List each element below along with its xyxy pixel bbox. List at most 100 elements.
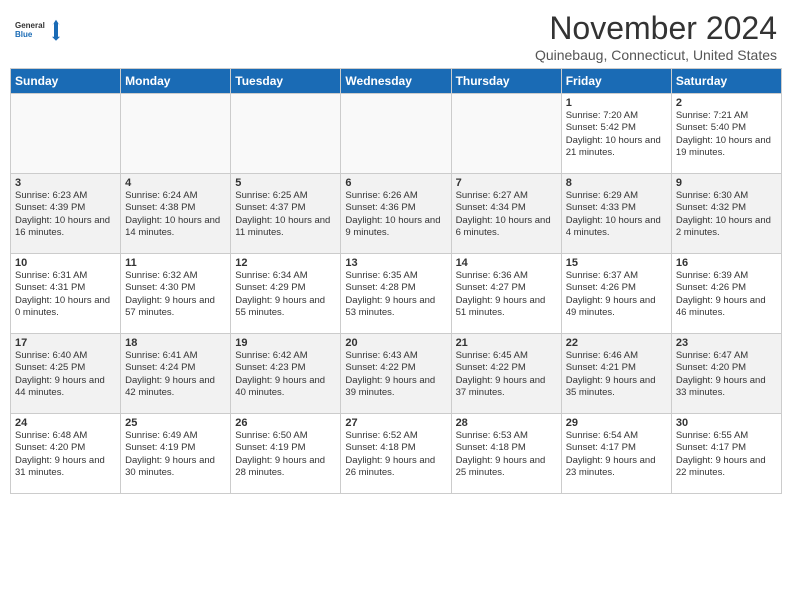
- logo: General Blue: [15, 10, 60, 50]
- day-number: 1: [566, 97, 667, 109]
- day-number: 24: [15, 417, 116, 429]
- page-container: General Blue November 2024 Quinebaug, Co…: [0, 0, 792, 504]
- calendar-cell: 1Sunrise: 7:20 AM Sunset: 5:42 PM Daylig…: [561, 94, 671, 174]
- calendar-header: SundayMondayTuesdayWednesdayThursdayFrid…: [11, 69, 782, 94]
- day-info: Sunrise: 6:48 AM Sunset: 4:20 PM Dayligh…: [15, 430, 116, 479]
- day-info: Sunrise: 6:42 AM Sunset: 4:23 PM Dayligh…: [235, 350, 336, 399]
- day-number: 16: [676, 257, 777, 269]
- calendar-cell: 19Sunrise: 6:42 AM Sunset: 4:23 PM Dayli…: [231, 334, 341, 414]
- calendar-cell: [11, 94, 121, 174]
- day-info: Sunrise: 6:35 AM Sunset: 4:28 PM Dayligh…: [345, 270, 446, 319]
- day-info: Sunrise: 6:24 AM Sunset: 4:38 PM Dayligh…: [125, 190, 226, 239]
- day-number: 10: [15, 257, 116, 269]
- calendar-cell: 22Sunrise: 6:46 AM Sunset: 4:21 PM Dayli…: [561, 334, 671, 414]
- calendar-cell: 15Sunrise: 6:37 AM Sunset: 4:26 PM Dayli…: [561, 254, 671, 334]
- day-info: Sunrise: 7:21 AM Sunset: 5:40 PM Dayligh…: [676, 110, 777, 159]
- weekday-header-monday: Monday: [121, 69, 231, 94]
- day-info: Sunrise: 6:45 AM Sunset: 4:22 PM Dayligh…: [456, 350, 557, 399]
- day-number: 27: [345, 417, 446, 429]
- calendar-cell: 17Sunrise: 6:40 AM Sunset: 4:25 PM Dayli…: [11, 334, 121, 414]
- day-number: 29: [566, 417, 667, 429]
- calendar-wrapper: SundayMondayTuesdayWednesdayThursdayFrid…: [0, 68, 792, 504]
- day-info: Sunrise: 6:25 AM Sunset: 4:37 PM Dayligh…: [235, 190, 336, 239]
- calendar-table: SundayMondayTuesdayWednesdayThursdayFrid…: [10, 68, 782, 494]
- calendar-cell: [451, 94, 561, 174]
- day-number: 25: [125, 417, 226, 429]
- calendar-cell: 11Sunrise: 6:32 AM Sunset: 4:30 PM Dayli…: [121, 254, 231, 334]
- calendar-cell: 27Sunrise: 6:52 AM Sunset: 4:18 PM Dayli…: [341, 414, 451, 494]
- weekday-header-thursday: Thursday: [451, 69, 561, 94]
- day-info: Sunrise: 6:46 AM Sunset: 4:21 PM Dayligh…: [566, 350, 667, 399]
- calendar-cell: 14Sunrise: 6:36 AM Sunset: 4:27 PM Dayli…: [451, 254, 561, 334]
- day-info: Sunrise: 6:29 AM Sunset: 4:33 PM Dayligh…: [566, 190, 667, 239]
- day-info: Sunrise: 6:47 AM Sunset: 4:20 PM Dayligh…: [676, 350, 777, 399]
- calendar-cell: 25Sunrise: 6:49 AM Sunset: 4:19 PM Dayli…: [121, 414, 231, 494]
- calendar-cell: 7Sunrise: 6:27 AM Sunset: 4:34 PM Daylig…: [451, 174, 561, 254]
- day-number: 28: [456, 417, 557, 429]
- day-info: Sunrise: 6:23 AM Sunset: 4:39 PM Dayligh…: [15, 190, 116, 239]
- day-number: 4: [125, 177, 226, 189]
- calendar-cell: [231, 94, 341, 174]
- day-info: Sunrise: 7:20 AM Sunset: 5:42 PM Dayligh…: [566, 110, 667, 159]
- calendar-cell: 18Sunrise: 6:41 AM Sunset: 4:24 PM Dayli…: [121, 334, 231, 414]
- weekday-header-saturday: Saturday: [671, 69, 781, 94]
- svg-text:Blue: Blue: [15, 30, 33, 39]
- calendar-cell: 9Sunrise: 6:30 AM Sunset: 4:32 PM Daylig…: [671, 174, 781, 254]
- calendar-cell: 12Sunrise: 6:34 AM Sunset: 4:29 PM Dayli…: [231, 254, 341, 334]
- main-title: November 2024: [535, 10, 777, 47]
- calendar-cell: 5Sunrise: 6:25 AM Sunset: 4:37 PM Daylig…: [231, 174, 341, 254]
- day-number: 13: [345, 257, 446, 269]
- day-info: Sunrise: 6:53 AM Sunset: 4:18 PM Dayligh…: [456, 430, 557, 479]
- day-info: Sunrise: 6:32 AM Sunset: 4:30 PM Dayligh…: [125, 270, 226, 319]
- day-info: Sunrise: 6:43 AM Sunset: 4:22 PM Dayligh…: [345, 350, 446, 399]
- weekday-header-friday: Friday: [561, 69, 671, 94]
- calendar-cell: 26Sunrise: 6:50 AM Sunset: 4:19 PM Dayli…: [231, 414, 341, 494]
- day-info: Sunrise: 6:52 AM Sunset: 4:18 PM Dayligh…: [345, 430, 446, 479]
- svg-text:General: General: [15, 21, 45, 30]
- calendar-cell: [121, 94, 231, 174]
- day-number: 6: [345, 177, 446, 189]
- calendar-cell: 13Sunrise: 6:35 AM Sunset: 4:28 PM Dayli…: [341, 254, 451, 334]
- day-number: 19: [235, 337, 336, 349]
- day-number: 3: [15, 177, 116, 189]
- calendar-week-2: 3Sunrise: 6:23 AM Sunset: 4:39 PM Daylig…: [11, 174, 782, 254]
- day-info: Sunrise: 6:30 AM Sunset: 4:32 PM Dayligh…: [676, 190, 777, 239]
- calendar-cell: 30Sunrise: 6:55 AM Sunset: 4:17 PM Dayli…: [671, 414, 781, 494]
- calendar-cell: 24Sunrise: 6:48 AM Sunset: 4:20 PM Dayli…: [11, 414, 121, 494]
- weekday-row: SundayMondayTuesdayWednesdayThursdayFrid…: [11, 69, 782, 94]
- calendar-cell: 10Sunrise: 6:31 AM Sunset: 4:31 PM Dayli…: [11, 254, 121, 334]
- day-info: Sunrise: 6:55 AM Sunset: 4:17 PM Dayligh…: [676, 430, 777, 479]
- day-info: Sunrise: 6:50 AM Sunset: 4:19 PM Dayligh…: [235, 430, 336, 479]
- day-info: Sunrise: 6:27 AM Sunset: 4:34 PM Dayligh…: [456, 190, 557, 239]
- calendar-cell: 8Sunrise: 6:29 AM Sunset: 4:33 PM Daylig…: [561, 174, 671, 254]
- day-number: 7: [456, 177, 557, 189]
- day-number: 15: [566, 257, 667, 269]
- day-number: 8: [566, 177, 667, 189]
- day-info: Sunrise: 6:54 AM Sunset: 4:17 PM Dayligh…: [566, 430, 667, 479]
- day-info: Sunrise: 6:39 AM Sunset: 4:26 PM Dayligh…: [676, 270, 777, 319]
- title-block: November 2024 Quinebaug, Connecticut, Un…: [535, 10, 777, 63]
- day-info: Sunrise: 6:34 AM Sunset: 4:29 PM Dayligh…: [235, 270, 336, 319]
- day-number: 23: [676, 337, 777, 349]
- calendar-cell: 16Sunrise: 6:39 AM Sunset: 4:26 PM Dayli…: [671, 254, 781, 334]
- calendar-cell: 28Sunrise: 6:53 AM Sunset: 4:18 PM Dayli…: [451, 414, 561, 494]
- header: General Blue November 2024 Quinebaug, Co…: [0, 0, 792, 68]
- day-number: 30: [676, 417, 777, 429]
- weekday-header-tuesday: Tuesday: [231, 69, 341, 94]
- day-number: 9: [676, 177, 777, 189]
- calendar-cell: 2Sunrise: 7:21 AM Sunset: 5:40 PM Daylig…: [671, 94, 781, 174]
- calendar-cell: 29Sunrise: 6:54 AM Sunset: 4:17 PM Dayli…: [561, 414, 671, 494]
- day-info: Sunrise: 6:31 AM Sunset: 4:31 PM Dayligh…: [15, 270, 116, 319]
- calendar-body: 1Sunrise: 7:20 AM Sunset: 5:42 PM Daylig…: [11, 94, 782, 494]
- calendar-cell: 3Sunrise: 6:23 AM Sunset: 4:39 PM Daylig…: [11, 174, 121, 254]
- day-number: 5: [235, 177, 336, 189]
- day-number: 22: [566, 337, 667, 349]
- weekday-header-wednesday: Wednesday: [341, 69, 451, 94]
- calendar-cell: 20Sunrise: 6:43 AM Sunset: 4:22 PM Dayli…: [341, 334, 451, 414]
- day-number: 26: [235, 417, 336, 429]
- day-number: 12: [235, 257, 336, 269]
- day-number: 11: [125, 257, 226, 269]
- calendar-cell: 6Sunrise: 6:26 AM Sunset: 4:36 PM Daylig…: [341, 174, 451, 254]
- day-info: Sunrise: 6:40 AM Sunset: 4:25 PM Dayligh…: [15, 350, 116, 399]
- day-info: Sunrise: 6:41 AM Sunset: 4:24 PM Dayligh…: [125, 350, 226, 399]
